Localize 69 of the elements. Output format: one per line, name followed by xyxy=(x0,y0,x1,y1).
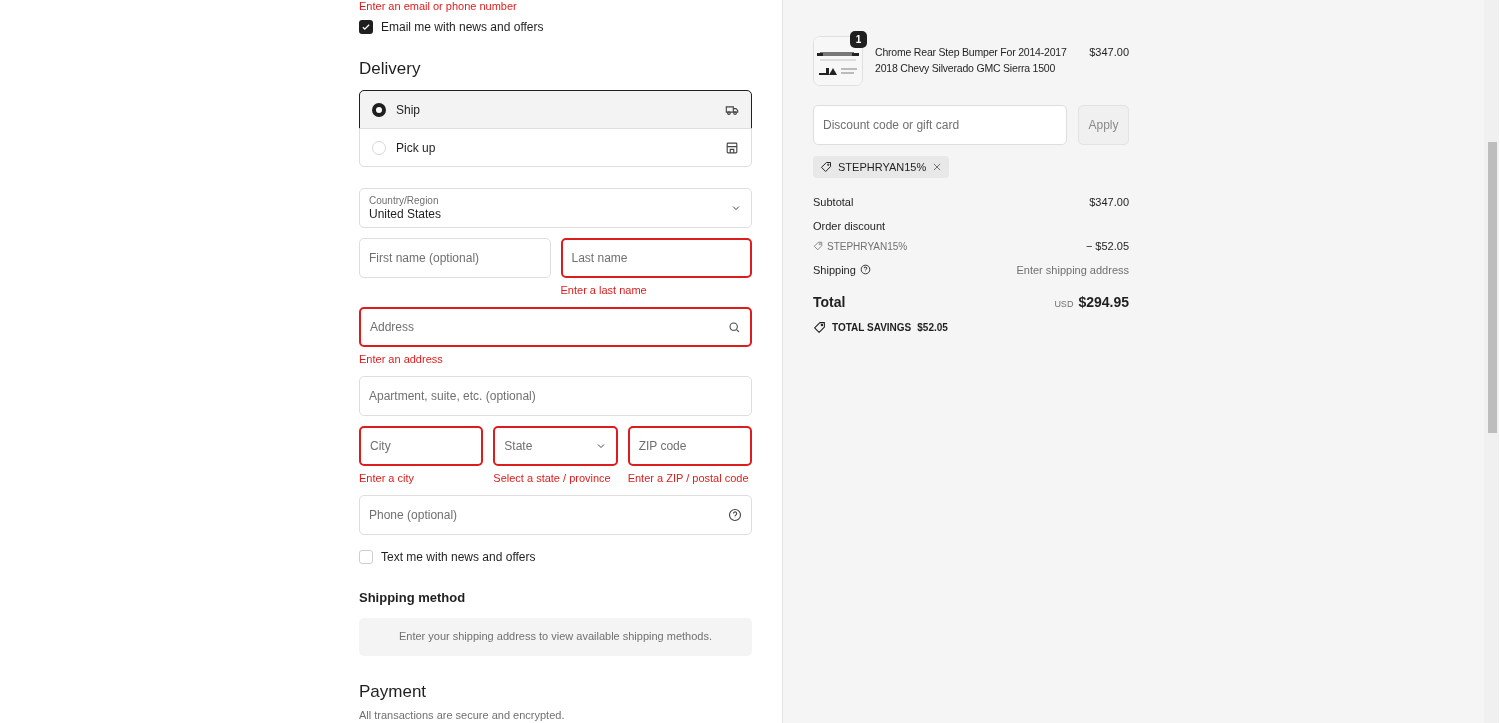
help-icon xyxy=(728,508,742,522)
radio-button[interactable] xyxy=(372,102,386,117)
total-label: Total xyxy=(813,293,846,312)
quantity-badge: 1 xyxy=(850,31,867,48)
placeholder-text: City xyxy=(370,438,392,455)
error-message: Enter a city xyxy=(359,472,416,485)
checkbox-label: Text me with news and offers xyxy=(381,549,536,566)
checkbox[interactable] xyxy=(359,550,373,564)
discount-code: STEPHRYAN15% xyxy=(838,159,927,175)
currency-code: USD xyxy=(1054,298,1074,311)
section-subtitle: All transactions are secure and encrypted. xyxy=(359,707,566,723)
amount-value: $347.00 xyxy=(1089,195,1129,210)
error-message: Enter a ZIP / postal code xyxy=(627,472,750,485)
store-icon xyxy=(725,140,739,155)
option-label: Pick up xyxy=(396,139,437,157)
section-heading: Delivery xyxy=(359,58,422,80)
amount-value: Enter shipping address xyxy=(1016,262,1129,278)
placeholder-text: Discount code or gift card xyxy=(823,117,960,134)
placeholder-text: Address xyxy=(370,319,416,336)
input-field[interactable]: First name (optional) xyxy=(359,238,551,278)
error-message: Enter an email or phone number xyxy=(359,0,517,13)
input-field[interactable]: ZIP code xyxy=(627,426,752,466)
placeholder-text: ZIP code xyxy=(638,438,688,455)
input-field[interactable]: Last name xyxy=(560,238,752,278)
section-heading: Payment xyxy=(359,680,428,703)
scrollbar[interactable] xyxy=(1484,0,1499,723)
checkbox[interactable] xyxy=(359,20,373,34)
amount-value: − $52.05 xyxy=(1085,239,1129,254)
input-field[interactable]: Apartment, suite, etc. (optional) xyxy=(359,376,752,416)
tag-icon xyxy=(820,161,832,173)
apply-button[interactable]: Apply xyxy=(1078,105,1129,145)
input-field[interactable]: Address xyxy=(359,307,752,347)
select-field[interactable]: State xyxy=(493,426,618,466)
input-field[interactable]: Discount code or gift card xyxy=(813,105,1067,145)
field-label: Country/Region xyxy=(369,195,440,207)
select-field[interactable]: Country/Region United States xyxy=(359,188,752,228)
summary-label: Shipping xyxy=(813,262,856,278)
discount-code: STEPHRYAN15% xyxy=(827,239,908,254)
section-heading: Shipping method xyxy=(359,589,467,607)
savings-amount: $52.05 xyxy=(917,321,948,335)
input-field[interactable]: City xyxy=(359,426,484,466)
total-amount: $294.95 xyxy=(1078,293,1129,312)
placeholder-text: Apartment, suite, etc. (optional) xyxy=(369,388,537,405)
remove-button[interactable] xyxy=(932,162,943,172)
error-message: Enter a last name xyxy=(560,284,648,297)
summary-label: Subtotal xyxy=(813,195,854,210)
error-message: Select a state / province xyxy=(493,472,612,485)
delivery-option[interactable]: Pick up xyxy=(359,128,752,167)
placeholder-text: Last name xyxy=(571,250,629,267)
field-value: United States xyxy=(369,207,443,221)
search-icon xyxy=(728,320,741,334)
summary-label: Order discount xyxy=(813,218,887,234)
placeholder-text: First name (optional) xyxy=(369,250,481,267)
close-icon xyxy=(932,162,943,172)
placeholder-text: State xyxy=(504,438,534,455)
check-icon xyxy=(361,22,371,32)
savings-label: TOTAL SAVINGS xyxy=(832,321,912,335)
delivery-option[interactable]: Ship xyxy=(359,90,752,129)
checkbox-label: Email me with news and offers xyxy=(381,19,544,36)
input-field[interactable]: Phone (optional) xyxy=(359,495,752,535)
tag-icon xyxy=(813,241,823,252)
info-message: Enter your shipping address to view available shipping methods. xyxy=(359,617,752,656)
error-message: Enter an address xyxy=(359,353,444,366)
product-name: Chrome Rear Step Bumper For 2014-2017 2018 Chevy Silverado GMC Sierra 1500 xyxy=(875,45,1068,76)
product-price: $347.00 xyxy=(1089,45,1129,60)
placeholder-text: Phone (optional) xyxy=(369,507,459,524)
tag-icon xyxy=(813,321,826,334)
help-icon xyxy=(859,264,871,276)
option-label: Ship xyxy=(396,101,422,119)
